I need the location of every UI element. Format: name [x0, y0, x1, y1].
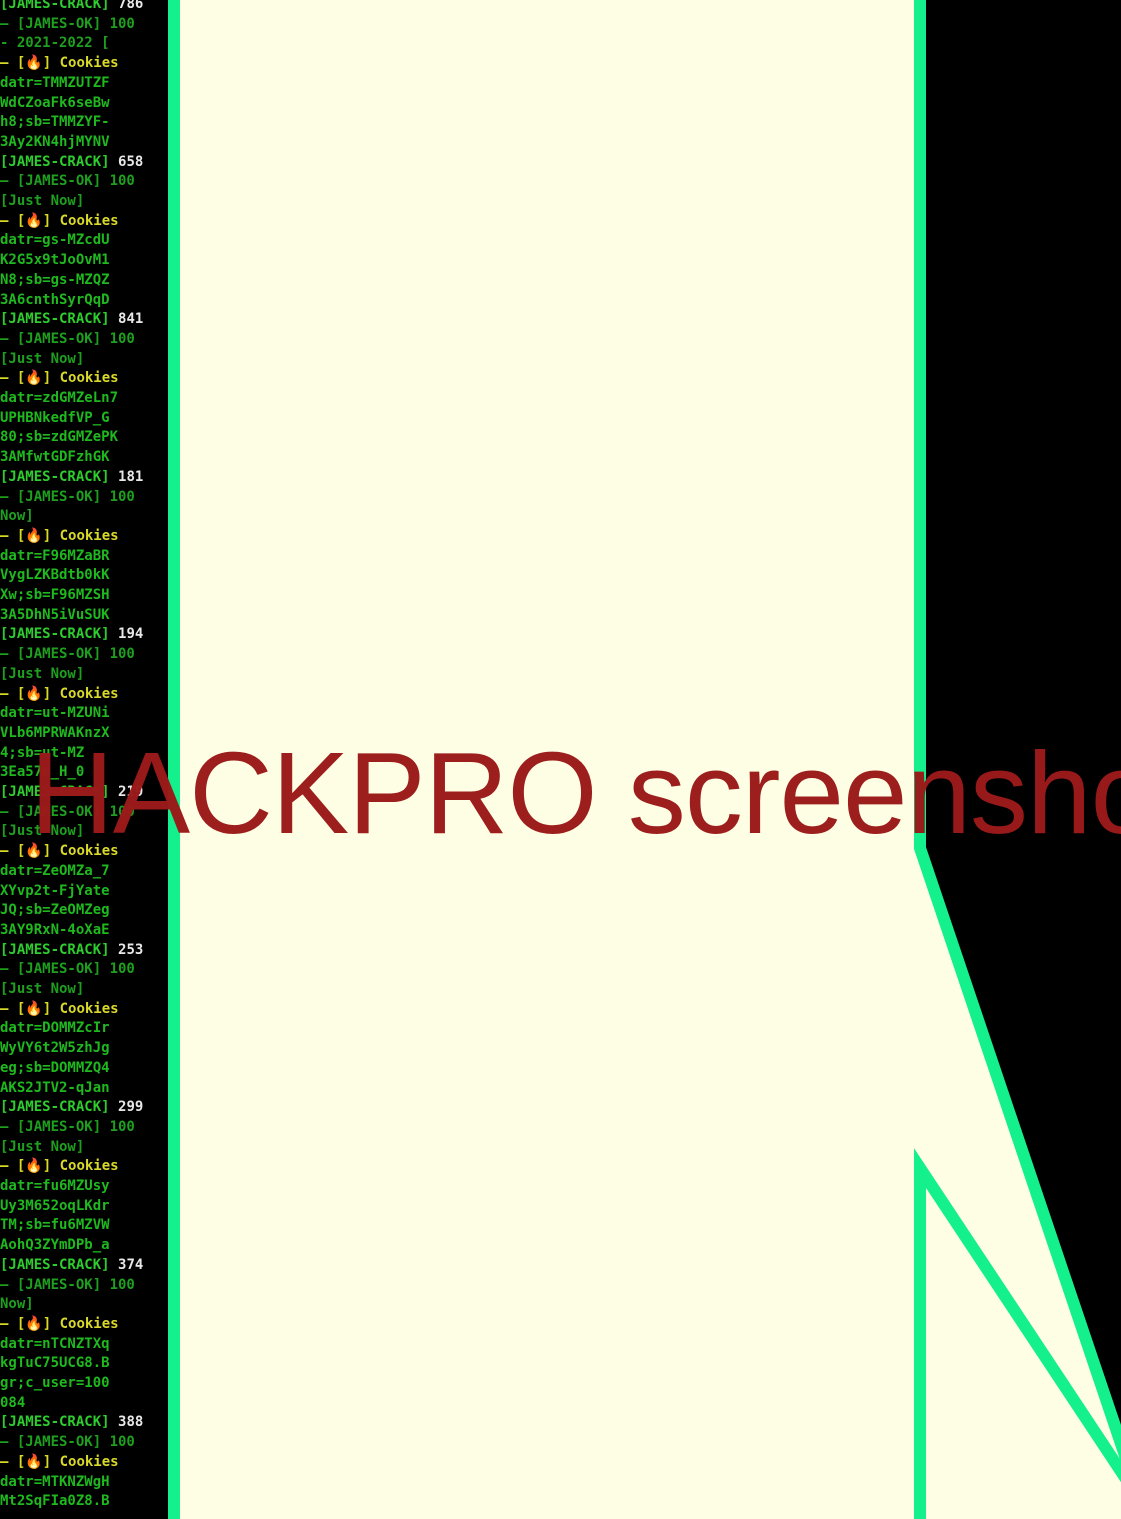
watermark-text: HACKPRO screensho: [30, 728, 1121, 858]
